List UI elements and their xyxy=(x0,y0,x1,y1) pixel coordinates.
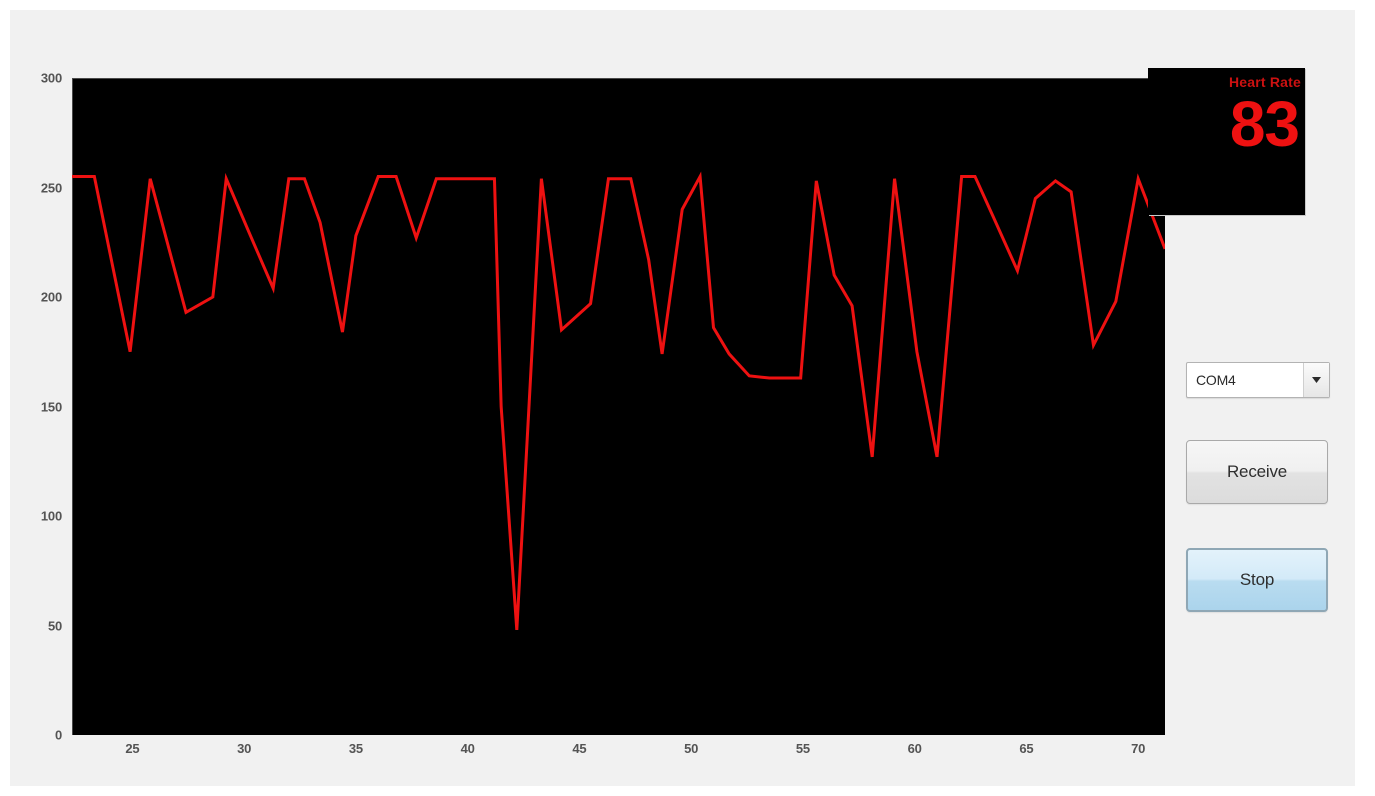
y-axis: 0 50 100 150 200 250 300 xyxy=(10,68,62,743)
x-axis-tick-label: 40 xyxy=(460,741,475,756)
y-axis-tick-label: 100 xyxy=(40,508,62,524)
x-axis-tick-label: 65 xyxy=(1019,741,1034,756)
x-axis-tick-label: 30 xyxy=(237,741,252,756)
y-axis-tick-label: 0 xyxy=(54,727,62,743)
chevron-down-icon[interactable] xyxy=(1303,363,1329,397)
heart-rate-value: 83 xyxy=(1229,88,1300,160)
application-window: 0 50 100 150 200 250 300 25 30 35 40 45 50 55 60 65 70 … xyxy=(10,10,1355,786)
x-axis: 25 30 35 40 45 50 55 60 65 70 xyxy=(62,735,1165,765)
x-axis-tick-label: 70 xyxy=(1131,741,1146,756)
x-axis-tick-label: 35 xyxy=(348,741,363,756)
y-axis-tick-label: 250 xyxy=(40,180,62,195)
x-axis-tick-label: 25 xyxy=(125,741,140,756)
x-axis-tick-label: 55 xyxy=(795,741,810,756)
com-port-selected-value: COM4 xyxy=(1196,372,1236,388)
stop-button[interactable]: Stop xyxy=(1186,548,1328,612)
receive-button-label: Receive xyxy=(1226,462,1288,481)
waveform-plot-panel xyxy=(62,68,1165,735)
x-axis-tick-label: 50 xyxy=(684,741,699,756)
x-axis-tick-label: 60 xyxy=(907,741,922,756)
control-panel: COM4 Receive Stop xyxy=(1186,362,1332,612)
waveform-trace xyxy=(72,78,1165,735)
heart-rate-readout: Heart Rate 83 xyxy=(1148,68,1305,215)
y-axis-tick-label: 150 xyxy=(40,399,62,414)
waveform-plot-area xyxy=(72,78,1165,735)
stop-button-label: Stop xyxy=(1239,570,1275,589)
com-port-select[interactable]: COM4 xyxy=(1186,362,1330,398)
receive-button[interactable]: Receive xyxy=(1186,440,1328,504)
y-axis-tick-label: 300 xyxy=(40,70,62,86)
y-axis-tick-label: 200 xyxy=(40,289,62,305)
x-axis-tick-label: 45 xyxy=(572,741,587,756)
y-axis-tick-label: 50 xyxy=(47,618,62,633)
